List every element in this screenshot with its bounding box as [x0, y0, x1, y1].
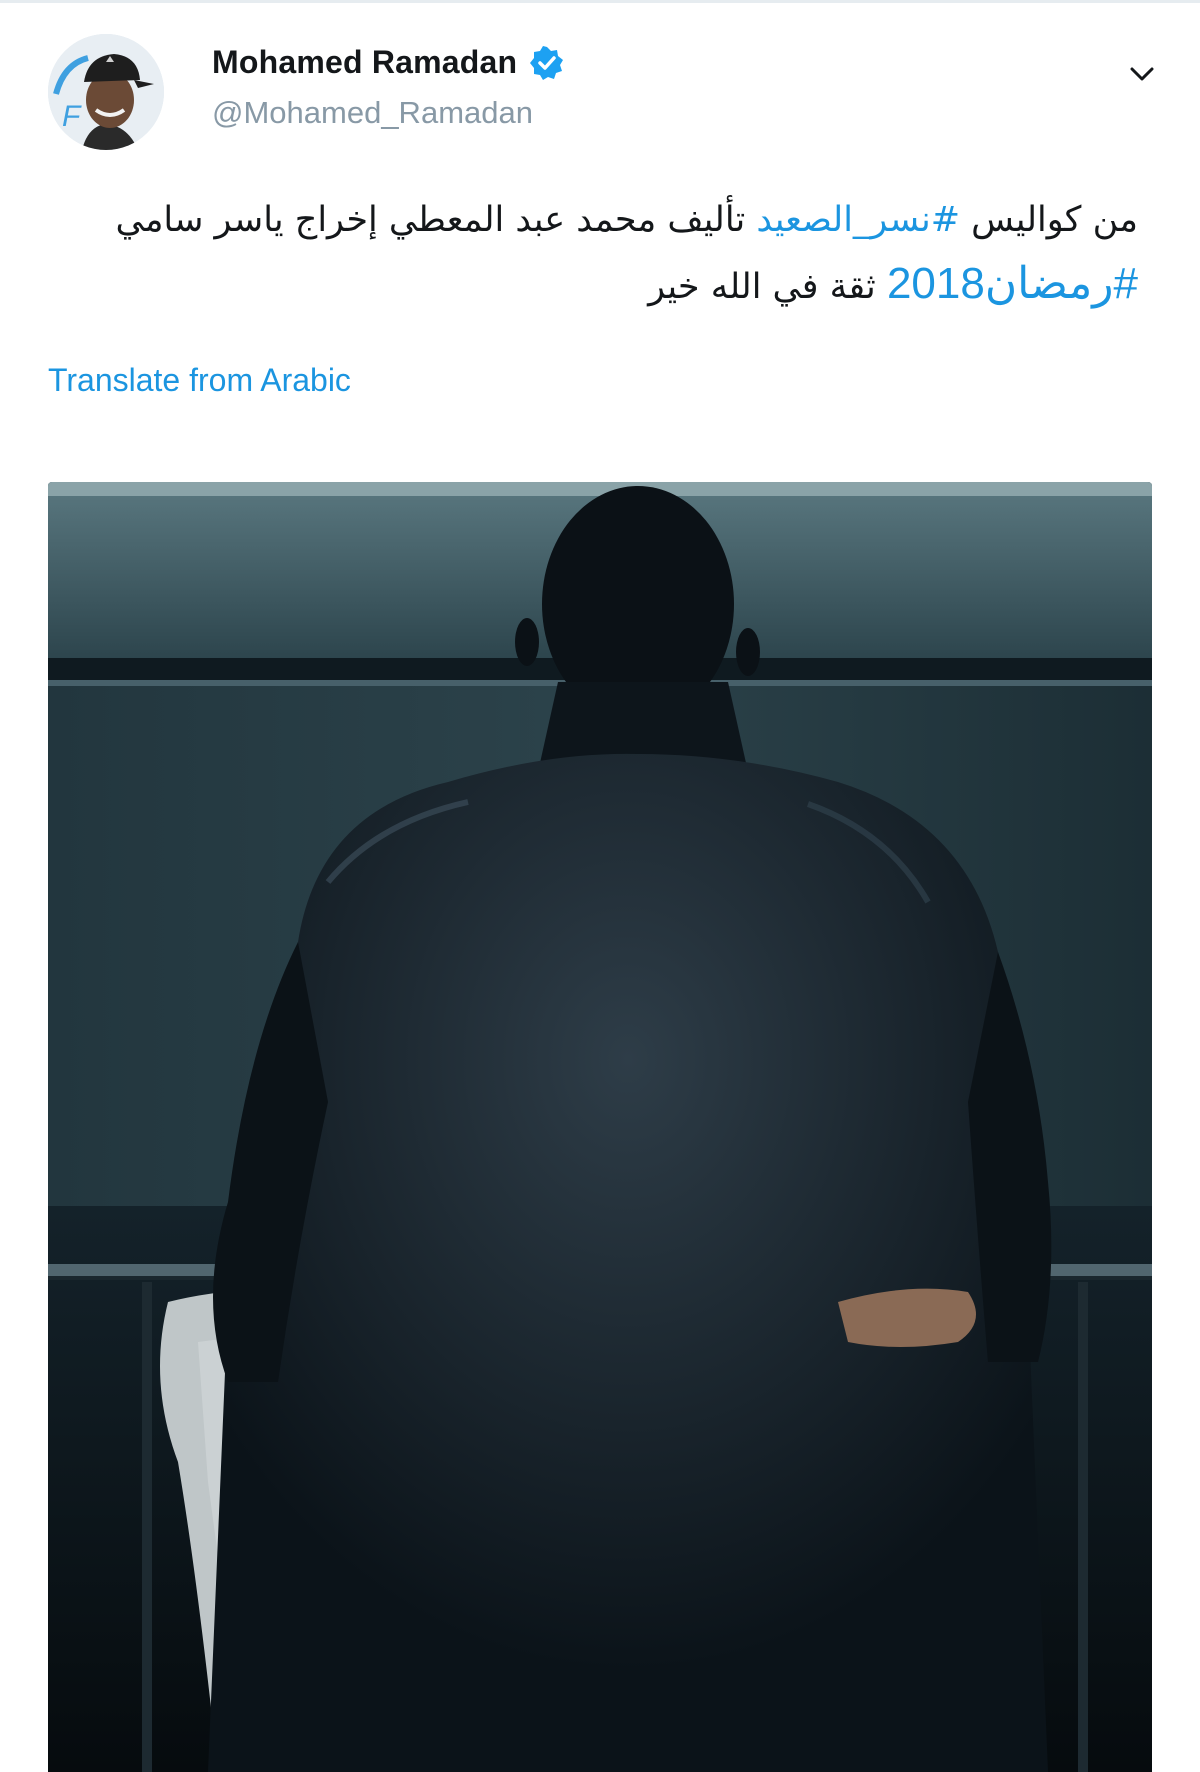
- author-display-name[interactable]: Mohamed Ramadan: [212, 44, 517, 81]
- translate-link[interactable]: Translate from Arabic: [48, 362, 351, 399]
- tweet-media-photo[interactable]: [48, 482, 1152, 1772]
- author-handle[interactable]: @Mohamed_Ramadan: [212, 95, 564, 131]
- top-divider: [0, 0, 1200, 3]
- hashtag-link[interactable]: #رمضان2018: [887, 259, 1138, 308]
- tweet-text-line-2: #رمضان2018 ثقة في الله خير: [48, 252, 1138, 319]
- tweet-text-segment: من كواليس: [960, 200, 1138, 240]
- photo-image: [48, 482, 1152, 1772]
- tweet-text-segment: ثقة في الله خير: [648, 267, 887, 307]
- author-block: Mohamed Ramadan @Mohamed_Ramadan: [212, 44, 564, 131]
- hashtag-link[interactable]: #نسر_الصعيد: [756, 200, 960, 240]
- tweet-text-line-1: من كواليس #نسر_الصعيد تأليف محمد عبد الم…: [48, 188, 1138, 252]
- avatar-image: F: [48, 34, 164, 150]
- avatar[interactable]: F: [48, 34, 164, 150]
- svg-text:F: F: [62, 100, 82, 133]
- verified-badge-icon: [529, 45, 564, 80]
- tweet-text-segment: تأليف محمد عبد المعطي إخراج ياسر سامي: [115, 200, 757, 240]
- tweet-text: من كواليس #نسر_الصعيد تأليف محمد عبد الم…: [48, 188, 1138, 319]
- chevron-down-icon[interactable]: [1124, 56, 1160, 92]
